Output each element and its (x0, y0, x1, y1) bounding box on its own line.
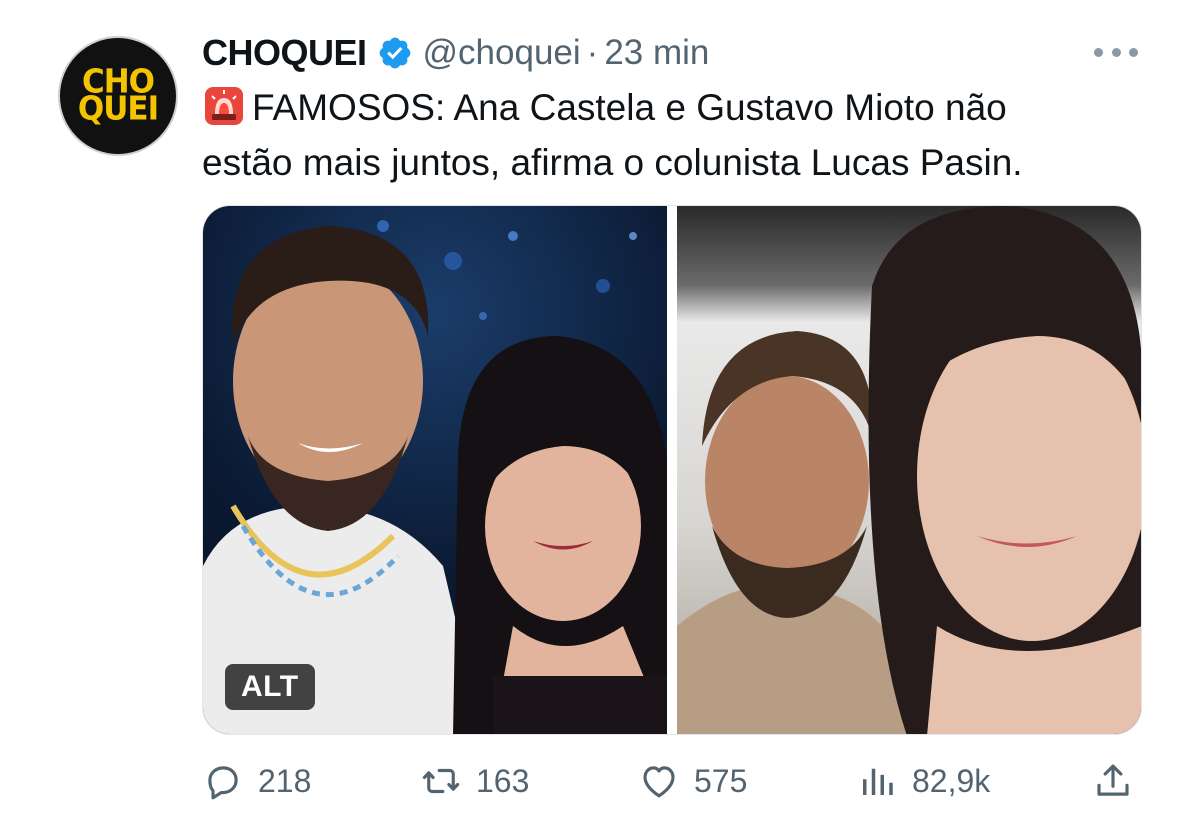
photo-2-illustration (677, 206, 1141, 734)
avatar[interactable]: CHO QUEI (58, 36, 178, 156)
timestamp[interactable]: 23 min (604, 33, 709, 73)
verified-badge-icon[interactable] (377, 35, 413, 71)
tweet-actions: 218 163 575 82,9k (202, 756, 1142, 806)
retweet-button[interactable]: 163 (420, 756, 529, 806)
avatar-logo-line-2: QUEI (77, 90, 159, 128)
photo-2[interactable] (677, 206, 1141, 734)
tweet-text-line-1-content: FAMOSOS: Ana Castela e Gustavo Mioto não (252, 87, 1007, 128)
more-options-icon[interactable] (1094, 42, 1138, 62)
photo-1-illustration (203, 220, 667, 734)
views-button[interactable]: 82,9k (856, 756, 990, 806)
display-name[interactable]: CHOQUEI (202, 32, 367, 74)
reply-icon (208, 766, 238, 800)
retweet-icon (422, 768, 460, 794)
tweet-text: FAMOSOS: Ana Castela e Gustavo Mioto não… (202, 80, 1162, 190)
media-grid: ALT (202, 205, 1142, 735)
tweet-text-line-1: FAMOSOS: Ana Castela e Gustavo Mioto não (202, 80, 1162, 135)
separator-dot: · (586, 33, 599, 72)
tweet-card[interactable]: CHO QUEI CHOQUEI @choquei · 23 min FAMOS… (0, 0, 1200, 834)
dot-icon (1094, 47, 1103, 57)
share-icon (1097, 764, 1129, 796)
heart-icon (643, 766, 675, 798)
alt-text-badge[interactable]: ALT (225, 664, 315, 710)
tweet-header: CHOQUEI @choquei · 23 min (202, 28, 709, 78)
like-button[interactable]: 575 (638, 756, 747, 806)
dot-icon (1111, 47, 1121, 57)
police-siren-icon (202, 84, 246, 128)
share-button[interactable] (1092, 756, 1134, 806)
reply-button[interactable]: 218 (202, 756, 311, 806)
retweet-count: 163 (476, 762, 530, 799)
views-chart-icon (863, 768, 893, 795)
author-handle[interactable]: @choquei (423, 33, 581, 73)
photo-1[interactable]: ALT (203, 206, 667, 734)
views-count: 82,9k (912, 762, 991, 799)
tweet-text-line-2: estão mais juntos, afirma o colunista Lu… (202, 142, 1023, 183)
reply-count: 218 (258, 762, 312, 799)
like-count: 575 (694, 762, 748, 799)
dot-icon (1129, 47, 1138, 57)
